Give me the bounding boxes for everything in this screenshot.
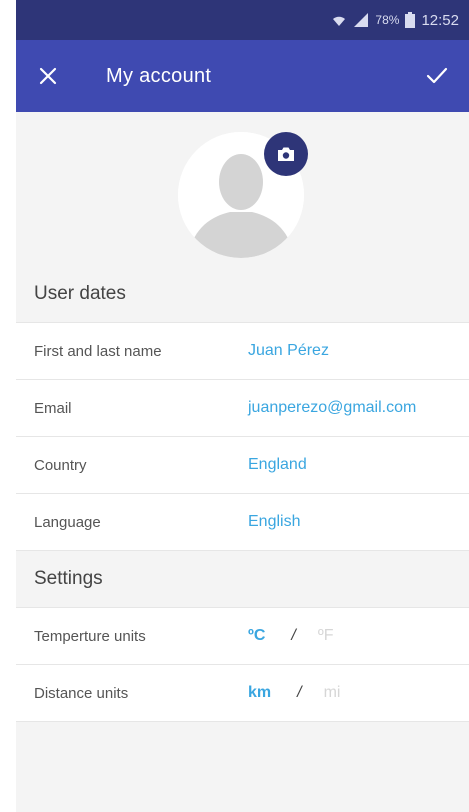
- language-label: Language: [34, 513, 101, 531]
- page-title: My account: [106, 64, 212, 87]
- battery-icon: [405, 12, 416, 28]
- email-value[interactable]: juanperezo@gmail.com: [248, 399, 416, 417]
- battery-percent: 78%: [375, 13, 400, 27]
- country-label: Country: [34, 456, 87, 474]
- unit-separator: /: [297, 684, 302, 701]
- language-value[interactable]: English: [248, 513, 300, 531]
- distance-units-label: Distance units: [34, 684, 129, 702]
- unit-separator: /: [291, 627, 296, 644]
- change-photo-button[interactable]: [264, 132, 308, 176]
- phone-screen: 78% 12:52 My account User dates First an…: [16, 0, 469, 812]
- fahrenheit-option[interactable]: ºF: [318, 627, 334, 645]
- close-button[interactable]: [16, 40, 80, 112]
- country-row[interactable]: Country England: [16, 436, 469, 493]
- settings-header: Settings: [16, 550, 469, 607]
- camera-icon: [278, 147, 294, 161]
- country-value[interactable]: England: [248, 456, 307, 474]
- app-bar: My account: [16, 40, 469, 112]
- name-value[interactable]: Juan Pérez: [248, 342, 329, 360]
- wifi-icon: [331, 12, 347, 28]
- email-label: Email: [34, 399, 72, 417]
- clock: 12:52: [421, 11, 459, 29]
- email-row[interactable]: Email juanperezo@gmail.com: [16, 379, 469, 436]
- name-row[interactable]: First and last name Juan Pérez: [16, 322, 469, 379]
- signal-icon: [353, 12, 369, 28]
- temperature-units-toggle: ºC / ºF: [248, 627, 333, 645]
- distance-units-toggle: km / mi: [248, 684, 340, 702]
- temperature-units-row: Temperture units ºC / ºF: [16, 607, 469, 664]
- language-row[interactable]: Language English: [16, 493, 469, 550]
- check-icon: [426, 67, 448, 84]
- name-label: First and last name: [34, 342, 162, 360]
- km-option[interactable]: km: [248, 684, 271, 702]
- profile-picture-area: [16, 112, 469, 266]
- close-icon: [39, 67, 57, 85]
- distance-units-row: Distance units km / mi: [16, 664, 469, 722]
- mi-option[interactable]: mi: [324, 684, 341, 702]
- status-bar: 78% 12:52: [16, 0, 469, 40]
- save-button[interactable]: [405, 40, 469, 112]
- temperature-units-label: Temperture units: [34, 627, 146, 645]
- celsius-option[interactable]: ºC: [248, 627, 265, 645]
- user-dates-header: User dates: [16, 266, 469, 322]
